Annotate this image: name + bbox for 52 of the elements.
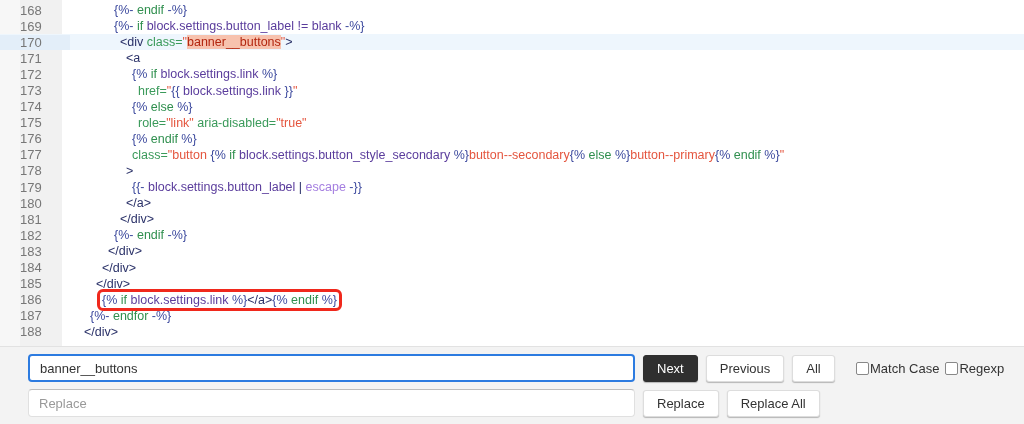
code-text: role="link" aria-disabled="true" — [137, 115, 308, 130]
line-number: 171 — [19, 50, 43, 66]
line-number: 174 — [19, 99, 43, 115]
line-number: 187 — [19, 308, 43, 324]
replace-button[interactable]: Replace All — [726, 389, 820, 417]
line-number: 177 — [19, 147, 43, 163]
code-text: </a> — [125, 196, 153, 211]
code-text: </div> — [83, 324, 120, 339]
line-number: 173 — [19, 83, 43, 98]
line-number: 169 — [19, 18, 43, 34]
code-text: href="{{ block.settings.link }}" — [137, 83, 299, 98]
code-text: {{- block.settings.button_label | escape -}} — [131, 180, 363, 195]
find-button[interactable]: All — [792, 354, 835, 382]
code-text: <a — [125, 51, 142, 66]
find-field[interactable]: banner__buttons — [28, 354, 635, 382]
line-number: 185 — [19, 276, 43, 292]
line-number: 172 — [19, 66, 43, 82]
code-text: </div> — [101, 260, 138, 275]
find-button[interactable]: Previous — [705, 354, 785, 382]
line-number: 179 — [19, 179, 43, 195]
replace-field[interactable]: Replace — [28, 389, 635, 417]
line-number: 184 — [19, 260, 43, 276]
checkbox-label[interactable]: Match Case — [870, 360, 940, 376]
code-text: </div> — [107, 244, 144, 259]
code-text: {%- endfor -%} — [89, 308, 173, 323]
line-number: 175 — [19, 115, 43, 131]
line-number: 170 — [0, 34, 70, 50]
line-number: 180 — [19, 195, 43, 211]
line-number: 178 — [19, 163, 43, 179]
checkbox[interactable] — [945, 361, 959, 375]
line-number: 183 — [19, 243, 43, 259]
code-text: class="button {% if block.settings.button_style_secondary %}button--secondary{% else %}button--primary{% endif %}" — [131, 147, 786, 162]
code-text: {% else %} — [131, 99, 194, 114]
replace-button[interactable]: Replace — [643, 389, 719, 417]
code-text: </div> — [119, 212, 156, 227]
code-text: {% if block.settings.link %} — [131, 67, 279, 82]
checkbox[interactable] — [856, 361, 869, 375]
code-text: > — [125, 164, 135, 178]
line-number: 181 — [19, 211, 43, 227]
code-text: <div class="banner__buttons"> — [119, 35, 294, 50]
line-number: 186 — [19, 292, 43, 308]
checkbox-label[interactable]: Regexp — [959, 360, 1005, 376]
line-number: 182 — [19, 227, 43, 243]
code-text: {%- if block.settings.button_label != blank -%} — [113, 19, 366, 34]
code-text: {% endif %} — [131, 131, 198, 146]
code-text: {%- endif -%} — [113, 3, 188, 18]
line-number: 188 — [19, 324, 43, 340]
code-text: </div> — [95, 276, 132, 291]
find-button[interactable]: Next — [643, 354, 698, 382]
line-number: 176 — [19, 131, 43, 147]
code-text: {%- endif -%} — [113, 228, 188, 243]
line-number: 168 — [19, 2, 43, 18]
